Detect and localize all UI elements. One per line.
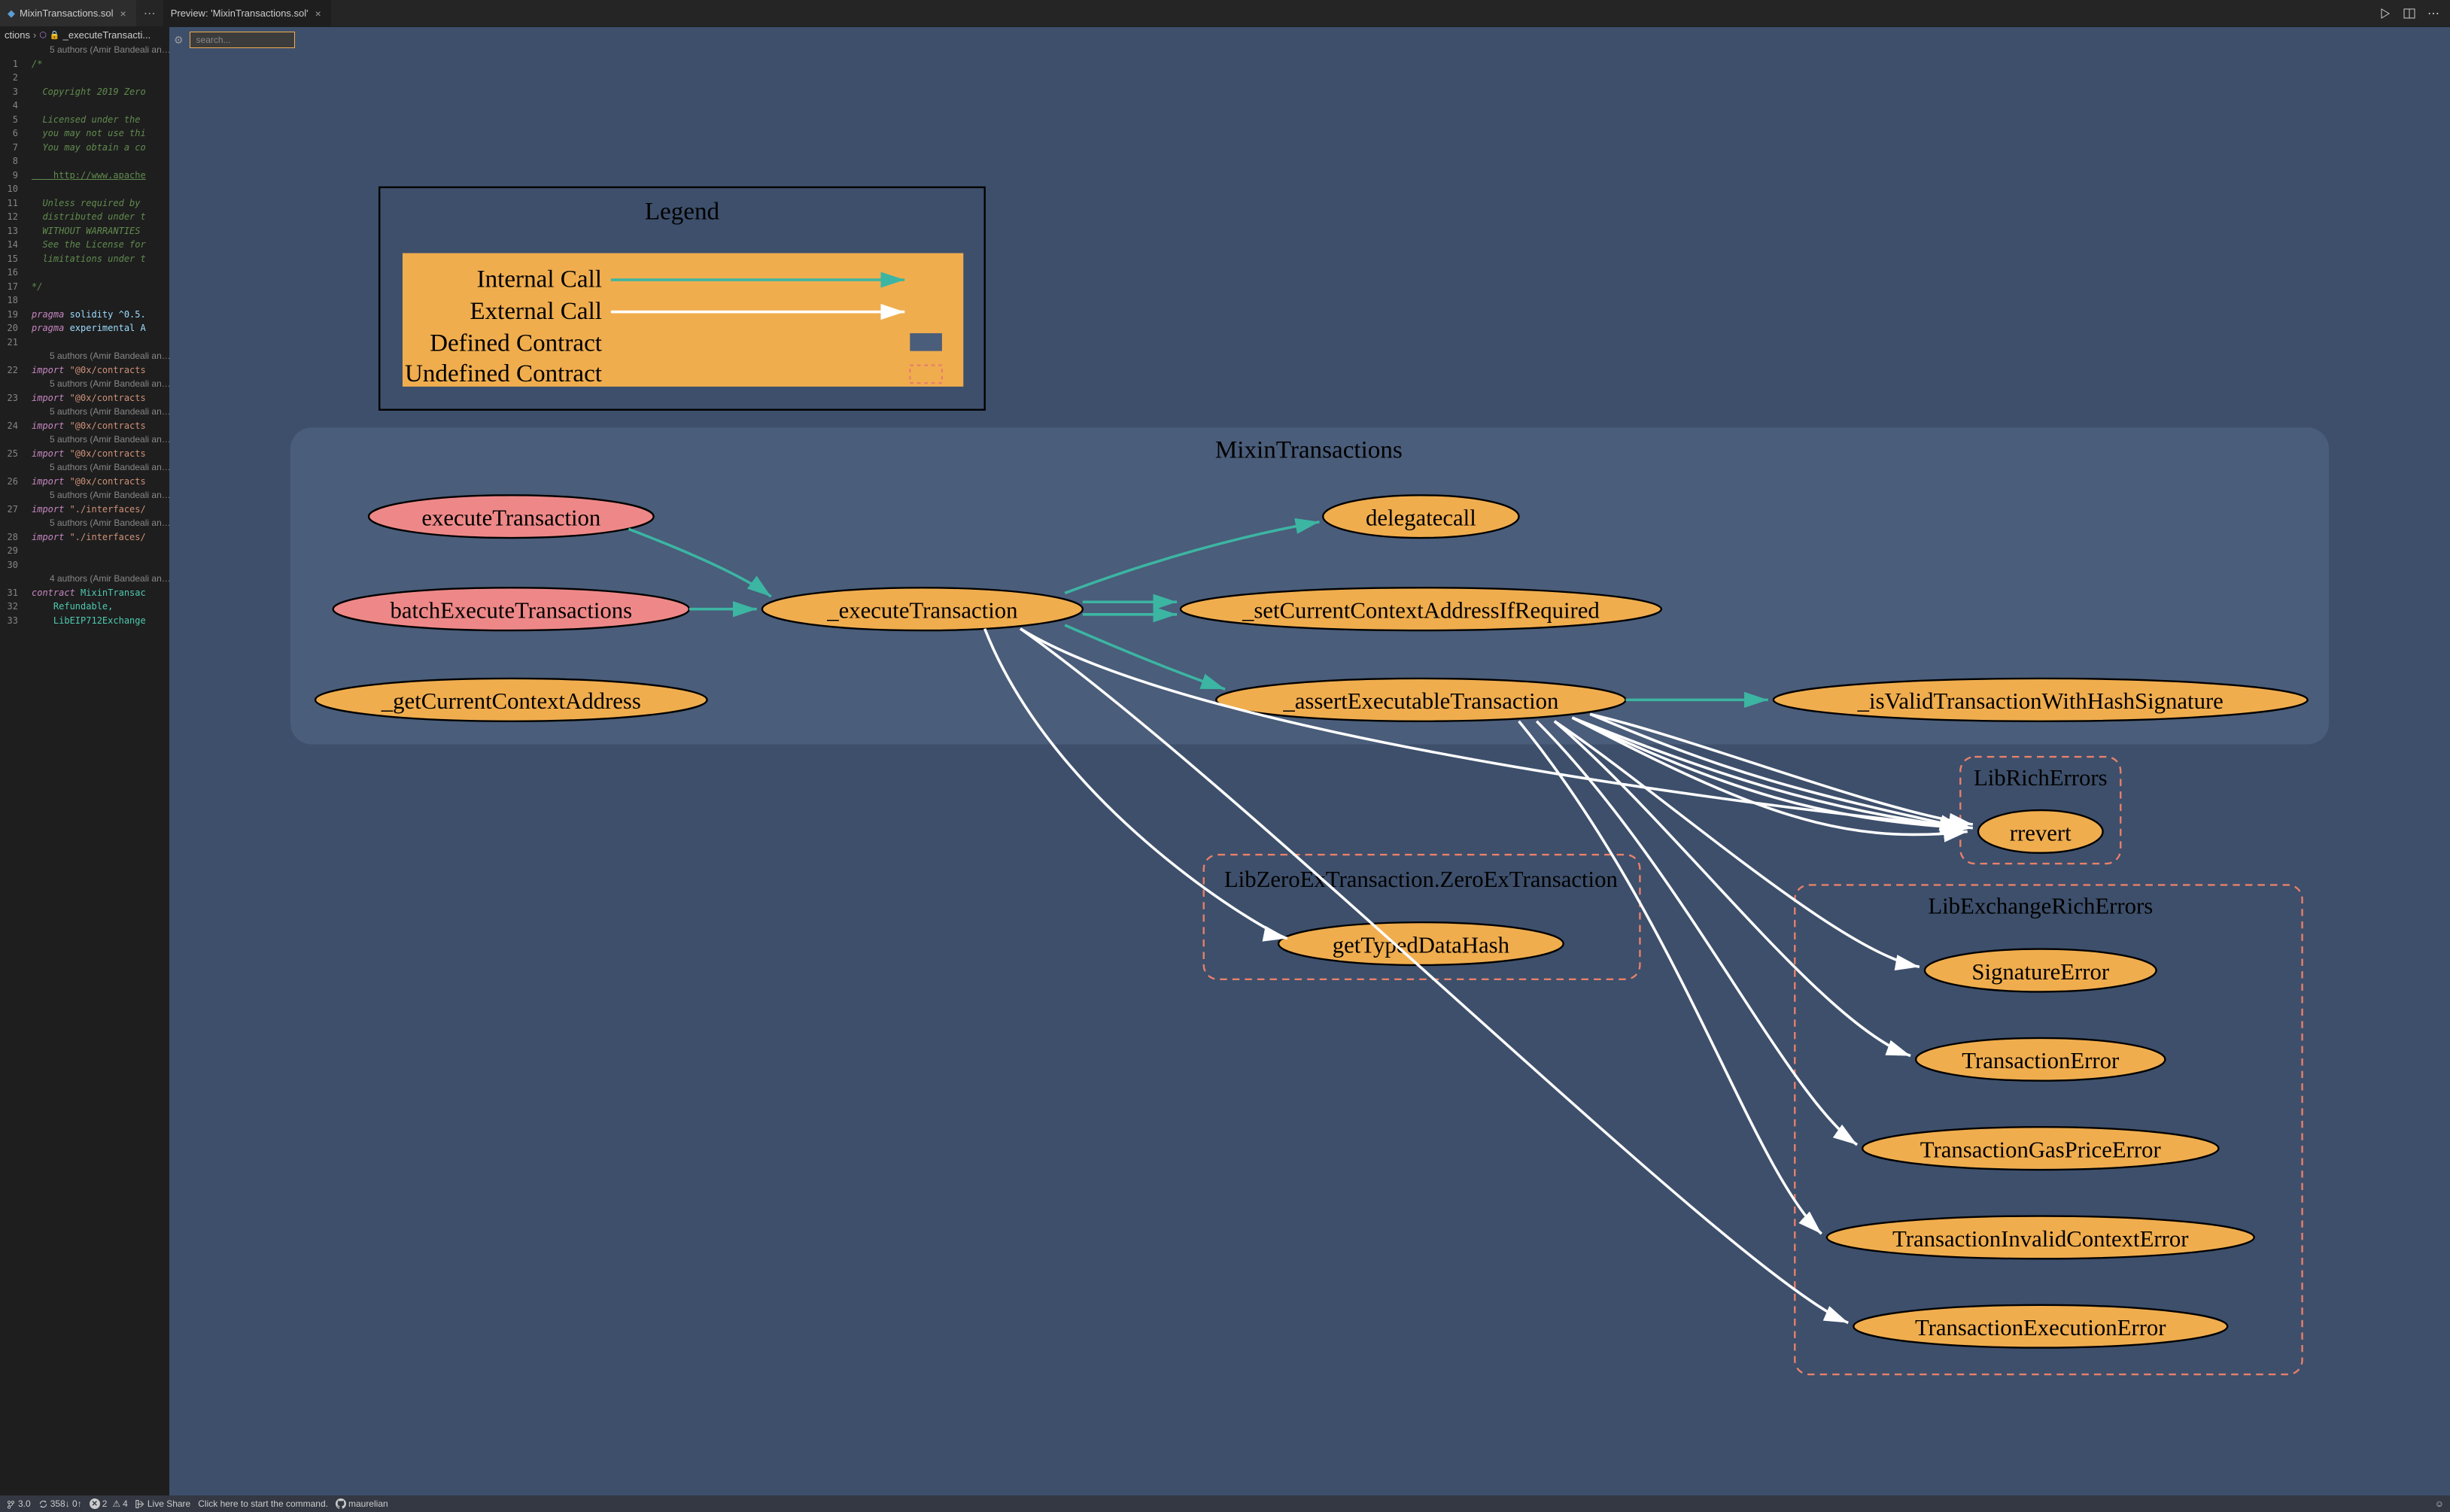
github-icon <box>336 1498 346 1509</box>
tab-preview[interactable]: Preview: 'MixinTransactions.sol' × <box>163 0 331 26</box>
svg-text:TransactionGasPriceError: TransactionGasPriceError <box>1920 1137 2161 1162</box>
codelens-authors[interactable]: 5 authors (Amir Bandeali an… <box>0 433 169 447</box>
play-icon[interactable] <box>2379 8 2391 20</box>
tab-overflow-icon[interactable]: ⋯ <box>136 6 163 21</box>
search-input[interactable] <box>190 32 295 48</box>
command-prompt[interactable]: Click here to start the command. <box>198 1498 328 1509</box>
codelens-authors[interactable]: 5 authors (Amir Bandeali an… <box>0 488 169 502</box>
svg-text:rrevert: rrevert <box>2010 820 2072 846</box>
svg-text:_assertExecutableTransaction: _assertExecutableTransaction <box>1282 688 1558 714</box>
ethereum-icon: ◆ <box>8 8 15 20</box>
call-graph[interactable]: Legend Internal Call External Call Defin… <box>169 27 2450 1495</box>
gear-icon[interactable]: ⚙ <box>174 34 184 47</box>
cube-icon: ⬡ <box>39 30 47 40</box>
chevron-right-icon: › <box>33 29 36 41</box>
github-user[interactable]: maurelian <box>336 1498 388 1509</box>
editor-panel: ctions › ⬡ 🔒 _executeTransacti... 5 auth… <box>0 27 169 1495</box>
feedback-icon[interactable]: ☺ <box>2435 1498 2444 1509</box>
lock-icon: 🔒 <box>50 30 60 40</box>
close-icon[interactable]: × <box>313 8 324 20</box>
svg-text:SignatureError: SignatureError <box>1971 959 2109 985</box>
tab-bar: ◆ MixinTransactions.sol × ⋯ Preview: 'Mi… <box>0 0 2450 27</box>
editor-actions: ⋯ <box>2379 6 2450 21</box>
tab-label: MixinTransactions.sol <box>20 8 114 19</box>
split-editor-icon[interactable] <box>2403 8 2415 20</box>
svg-text:executeTransaction: executeTransaction <box>421 505 600 530</box>
svg-text:Undefined Contract: Undefined Contract <box>405 360 602 387</box>
legend-title: Legend <box>645 198 720 226</box>
tab-editor[interactable]: ◆ MixinTransactions.sol × <box>0 0 136 26</box>
branch-icon <box>6 1499 16 1509</box>
breadcrumb[interactable]: ctions › ⬡ 🔒 _executeTransacti... <box>0 27 169 43</box>
codelens-authors[interactable]: 5 authors (Amir Bandeali an… <box>0 349 169 363</box>
codelens-authors[interactable]: 5 authors (Amir Bandeali an… <box>0 377 169 391</box>
svg-text:TransactionInvalidContextError: TransactionInvalidContextError <box>1892 1226 2188 1252</box>
close-icon[interactable]: × <box>118 8 129 20</box>
codelens-authors[interactable]: 5 authors (Amir Bandeali an… <box>0 405 169 419</box>
svg-text:_getCurrentContextAddress: _getCurrentContextAddress <box>381 688 641 714</box>
svg-text:getTypedDataHash: getTypedDataHash <box>1333 932 1509 958</box>
svg-text:_isValidTransactionWithHashSig: _isValidTransactionWithHashSignature <box>1857 688 2224 714</box>
svg-text:batchExecuteTransactions: batchExecuteTransactions <box>390 598 632 624</box>
svg-text:TransactionError: TransactionError <box>1962 1048 2119 1073</box>
cluster-title: LibZeroExTransaction.ZeroExTransaction <box>1224 867 1618 892</box>
code-editor[interactable]: 5 authors (Amir Bandeali an… 1/* 2 3 Cop… <box>0 43 169 1495</box>
codelens-authors[interactable]: 5 authors (Amir Bandeali an… <box>0 43 169 57</box>
liveshare[interactable]: Live Share <box>135 1498 190 1509</box>
git-branch[interactable]: 3.0 <box>6 1498 31 1509</box>
svg-text:_executeTransaction: _executeTransaction <box>826 598 1017 624</box>
svg-text:delegatecall: delegatecall <box>1366 505 1476 530</box>
git-sync[interactable]: 358↓ 0↑ <box>38 1498 82 1509</box>
warning-icon: ⚠ <box>112 1498 120 1509</box>
svg-text:External Call: External Call <box>470 297 602 325</box>
codelens-authors[interactable]: 5 authors (Amir Bandeali an… <box>0 516 169 530</box>
cluster-title: LibRichErrors <box>1974 765 2108 791</box>
codelens-authors[interactable]: 5 authors (Amir Bandeali an… <box>0 460 169 475</box>
svg-text:_setCurrentContextAddressIfReq: _setCurrentContextAddressIfRequired <box>1242 598 1600 624</box>
liveshare-icon <box>135 1499 145 1509</box>
cluster-title: MixinTransactions <box>1215 436 1403 464</box>
errors-warnings[interactable]: ✕ 2 ⚠ 4 <box>90 1498 128 1509</box>
preview-toolbar: ⚙ <box>174 32 295 48</box>
svg-text:Defined Contract: Defined Contract <box>430 329 602 357</box>
cluster-title: LibExchangeRichErrors <box>1928 893 2153 918</box>
status-bar: 3.0 358↓ 0↑ ✕ 2 ⚠ 4 Live Share Click her… <box>0 1495 2450 1512</box>
svg-text:Internal Call: Internal Call <box>477 265 602 293</box>
svg-text:TransactionExecutionError: TransactionExecutionError <box>1915 1315 2166 1340</box>
more-icon[interactable]: ⋯ <box>2427 6 2439 21</box>
codelens-authors[interactable]: 4 authors (Amir Bandeali an… <box>0 572 169 586</box>
tab-label: Preview: 'MixinTransactions.sol' <box>171 8 309 19</box>
preview-panel: ⚙ Legend Internal Call External Call Def <box>169 27 2450 1495</box>
sync-icon <box>38 1499 48 1509</box>
error-icon: ✕ <box>90 1498 100 1509</box>
